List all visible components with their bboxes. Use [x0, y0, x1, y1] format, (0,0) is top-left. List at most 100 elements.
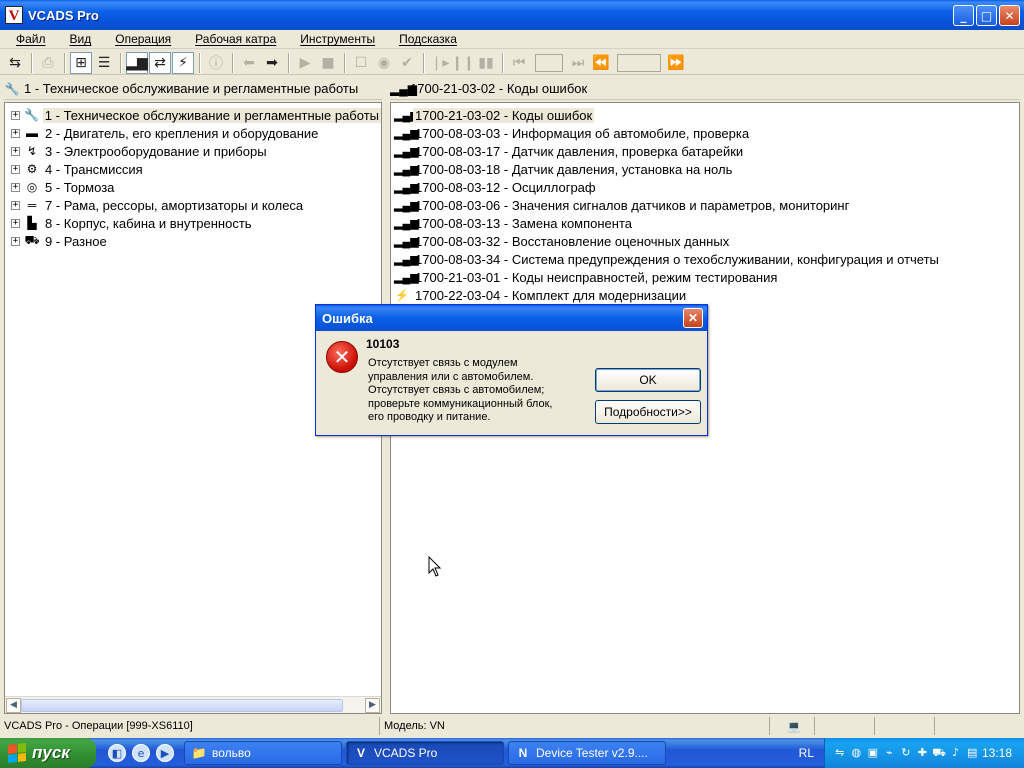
operation-item[interactable]: ▂▄▆ 1700-08-03-17 - Датчик давления, пров…	[391, 142, 1019, 160]
ok-button[interactable]: OK	[595, 368, 701, 392]
operation-item[interactable]: ▂▄▆ 1700-21-03-02 - Коды ошибок	[391, 106, 1019, 124]
checkbox-button[interactable]: ☐	[350, 52, 372, 74]
quick-launch-ie-icon[interactable]: e	[132, 744, 150, 762]
taskbar-button[interactable]: V VCADS Pro	[346, 741, 504, 765]
expand-icon[interactable]: +	[11, 182, 20, 192]
stop-button[interactable]: ■	[317, 52, 339, 74]
menu-view[interactable]: Вид	[70, 32, 92, 46]
tray-volume-icon[interactable]: ♪	[949, 746, 963, 760]
eye-icon: ◉	[377, 54, 391, 71]
menu-help[interactable]: Подсказка	[399, 32, 457, 46]
taskbar-button[interactable]: N Device Tester v2.9....	[508, 741, 666, 765]
menu-bar: Файл Вид Операция Рабочая катра Инструме…	[0, 30, 1024, 49]
operation-item[interactable]: ▂▄▆ 1700-08-03-03 - Информация об автомоб…	[391, 124, 1019, 142]
first-button[interactable]: ⏮	[508, 52, 530, 74]
operation-item[interactable]: ▂▄▆ 1700-08-03-13 - Замена компонента	[391, 214, 1019, 232]
tree-item[interactable]: + ↯ 3 - Электрооборудование и приборы	[5, 142, 381, 160]
quick-launch-desktop-icon[interactable]: ◧	[108, 744, 126, 762]
page-field[interactable]	[535, 53, 563, 72]
minimize-button[interactable]: _	[953, 5, 974, 26]
dialog-title-bar[interactable]: Ошибка ✕	[316, 305, 707, 331]
expand-icon[interactable]: +	[11, 236, 20, 246]
horizontal-scrollbar[interactable]: ◀ ▶	[5, 696, 381, 713]
clock: 13:18	[981, 746, 1012, 760]
expand-icon[interactable]: +	[11, 200, 20, 210]
category-header: 🔧 1 - Техническое обслуживание и регламе…	[4, 78, 382, 100]
system-tray: ⇋ ◍ ▣ ⌁ ↻ ✚ ⛟ ♪ ▤ 13:18	[824, 738, 1024, 768]
app-logo-icon: V	[5, 6, 23, 24]
expand-icon[interactable]: +	[11, 218, 20, 228]
operation-item[interactable]: ▂▄▆ 1700-08-03-06 - Значения сигналов дат…	[391, 196, 1019, 214]
menu-worksheet[interactable]: Рабочая катра	[195, 32, 276, 46]
tree-item[interactable]: + ⚙ 4 - Трансмиссия	[5, 160, 381, 178]
taskbar-button[interactable]: 📁 вольво	[184, 741, 342, 765]
status-cell-empty	[875, 717, 935, 735]
scroll-right-button[interactable]: ▶	[365, 698, 380, 713]
dialog-close-button[interactable]: ✕	[683, 308, 703, 328]
start-button[interactable]: пуск	[0, 738, 96, 768]
fast-forward-button[interactable]: ⏩	[665, 52, 687, 74]
operation-item[interactable]: ⚡ 1700-22-03-04 - Комплект для модернизац…	[391, 286, 1019, 304]
pause-button[interactable]: ❙❙	[451, 52, 474, 74]
operation-item[interactable]: ▂▄▆ 1700-08-03-34 - Система предупреждени…	[391, 250, 1019, 268]
title-bar[interactable]: V VCADS Pro _ □ ✕	[0, 0, 1024, 30]
close-button[interactable]: ✕	[999, 5, 1020, 26]
error-icon: ✕	[326, 341, 358, 373]
back-button[interactable]: ⬅	[238, 52, 260, 74]
language-indicator[interactable]: RL	[799, 746, 814, 760]
tray-device-icon[interactable]: ▣	[866, 746, 880, 760]
toolbar-separator	[502, 52, 504, 73]
transfer-filter-button[interactable]: ⇄	[149, 51, 171, 74]
operation-item[interactable]: ▂▄▆ 1700-08-03-32 - Восстановление оценоч…	[391, 232, 1019, 250]
tree-item[interactable]: + 🔧 1 - Техническое обслуживание и регламе…	[5, 106, 381, 124]
arrow-right-icon: ➡	[266, 54, 278, 71]
expand-icon[interactable]: +	[11, 110, 20, 120]
position-field[interactable]	[617, 53, 661, 72]
info-button[interactable]: ⓘ	[205, 52, 227, 74]
tray-antivirus-icon[interactable]: ✚	[916, 746, 930, 760]
tray-truck-icon[interactable]: ⛟	[932, 746, 946, 760]
scroll-thumb[interactable]	[21, 699, 343, 712]
tree-item[interactable]: + ═ 7 - Рама, рессоры, амортизаторы и коле…	[5, 196, 381, 214]
tray-security-icon[interactable]: ◍	[850, 746, 864, 760]
gears-icon: ⚙	[26, 162, 38, 176]
list-view-button[interactable]: ☰	[93, 52, 115, 74]
maximize-button[interactable]: □	[976, 5, 997, 26]
menu-operation[interactable]: Операция	[115, 32, 171, 46]
operation-item-label: 1700-08-03-03 - Информация об автомобиле…	[415, 125, 750, 141]
scroll-left-button[interactable]: ◀	[6, 698, 21, 713]
confirm-button[interactable]: ✔	[396, 52, 418, 74]
expand-icon[interactable]: +	[11, 164, 20, 174]
connect-button[interactable]: ⇆	[4, 52, 26, 74]
menu-tools[interactable]: Инструменты	[300, 32, 375, 46]
quick-launch-media-icon[interactable]: ▶	[156, 744, 174, 762]
tray-network-icon[interactable]: ⇋	[833, 746, 847, 760]
tree-item[interactable]: + ▙ 8 - Корпус, кабина и внутренность	[5, 214, 381, 232]
next-button[interactable]: ⏭	[567, 52, 589, 74]
operation-item[interactable]: ▂▄▆ 1700-08-03-18 - Датчик давления, уста…	[391, 160, 1019, 178]
chart-icon: ▂▄▆	[390, 81, 417, 96]
tray-update-icon[interactable]: ↻	[899, 746, 913, 760]
expand-icon[interactable]: +	[11, 128, 20, 138]
expand-icon[interactable]: +	[11, 146, 20, 156]
taskbar: пуск ◧ e ▶ 📁 вольво V VCADS Pro N Device Test…	[0, 738, 1024, 768]
chart-filter-button[interactable]: ▂▆	[126, 51, 148, 74]
rewind-button[interactable]: ⏪	[590, 52, 612, 74]
operation-item[interactable]: ▂▄▆ 1700-08-03-12 - Осциллограф	[391, 178, 1019, 196]
menu-file[interactable]: Файл	[16, 32, 46, 46]
tray-usb-icon[interactable]: ⌁	[883, 746, 897, 760]
tree-item[interactable]: + ▬ 2 - Двигатель, его крепления и оборудо…	[5, 124, 381, 142]
step-button[interactable]: ❘▸	[429, 52, 451, 74]
play-button[interactable]: ▶	[294, 52, 316, 74]
forward-button[interactable]: ➡	[261, 52, 283, 74]
operation-item[interactable]: ▂▄▆ 1700-21-03-01 - Коды неисправностей, …	[391, 268, 1019, 286]
tree-item[interactable]: + ⛟ 9 - Разное	[5, 232, 381, 250]
program-filter-button[interactable]: ⚡	[172, 51, 194, 74]
print-button[interactable]: ⎙	[37, 52, 59, 74]
end-button[interactable]: ▮▮	[475, 52, 497, 74]
details-button[interactable]: Подробности>>	[595, 400, 701, 424]
view-button[interactable]: ◉	[373, 52, 395, 74]
tree-item[interactable]: + ◎ 5 - Тормоза	[5, 178, 381, 196]
tray-monitor-icon[interactable]: ▤	[965, 746, 979, 760]
tree-view-button[interactable]: ⊞	[70, 51, 92, 74]
